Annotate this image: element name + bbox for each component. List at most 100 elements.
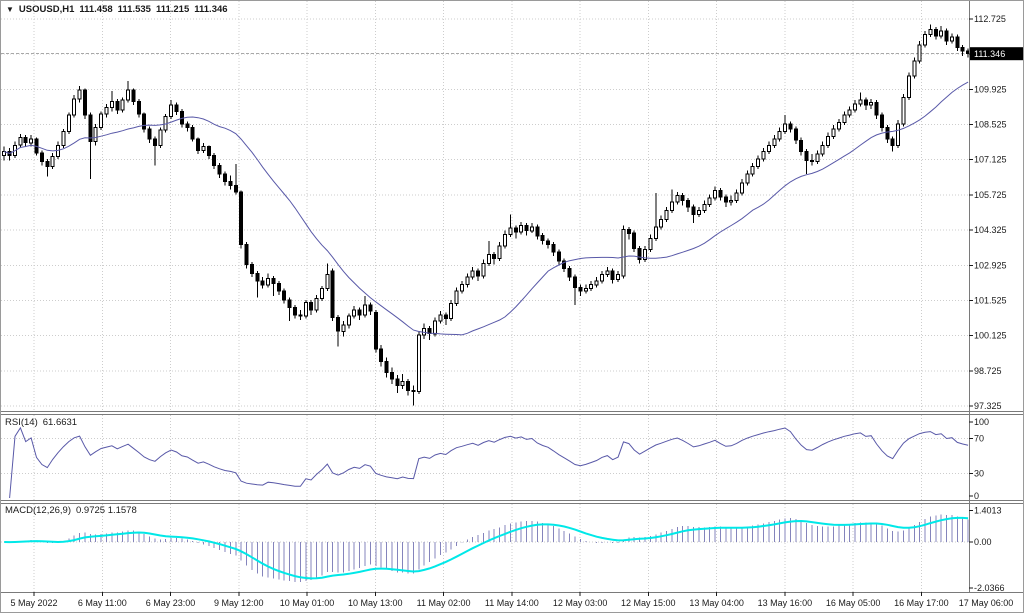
candle <box>724 197 727 202</box>
candle <box>746 174 749 183</box>
candle <box>240 192 243 245</box>
candle <box>84 90 87 115</box>
candle <box>261 281 264 285</box>
candle <box>654 227 657 238</box>
candle <box>929 30 932 35</box>
candle <box>256 273 259 281</box>
candle <box>811 160 814 161</box>
candle <box>369 305 372 311</box>
candle <box>843 115 846 123</box>
time-axis-label: 13 May 16:00 <box>758 598 813 608</box>
candle <box>277 284 280 292</box>
macd-values: 0.9725 1.1578 <box>76 505 137 516</box>
candle <box>773 139 776 145</box>
candle <box>434 321 437 334</box>
candle <box>30 139 33 143</box>
candle <box>514 228 517 232</box>
candle <box>897 124 900 145</box>
candle <box>148 129 151 139</box>
candle <box>703 204 706 210</box>
candle <box>913 61 916 76</box>
time-axis-label: 11 May 14:00 <box>485 598 539 608</box>
candle <box>105 108 108 114</box>
candle <box>676 196 679 202</box>
candle <box>170 105 173 116</box>
candle <box>622 230 625 277</box>
rsi-axis-label: 30 <box>974 469 984 479</box>
candle <box>487 255 490 264</box>
time-axis-label: 10 May 01:00 <box>280 598 335 608</box>
candle <box>132 90 135 101</box>
candle <box>390 373 393 379</box>
time-axis-label: 16 May 17:00 <box>894 598 949 608</box>
candle <box>751 167 754 175</box>
candle <box>617 275 620 280</box>
candle <box>396 379 399 385</box>
candle <box>665 211 668 220</box>
candle <box>310 302 313 310</box>
candle <box>498 246 501 259</box>
chart-window: 112.725111.325109.925108.525107.125105.7… <box>0 0 1024 613</box>
symbol-dropdown-icon[interactable]: ▼ <box>6 5 14 14</box>
candle <box>127 90 130 100</box>
candle <box>730 201 733 202</box>
candle <box>250 265 253 274</box>
candle <box>40 153 43 162</box>
candle <box>670 202 673 211</box>
candle <box>143 114 146 129</box>
candle <box>245 245 248 265</box>
candle <box>450 304 453 319</box>
candle <box>757 159 760 167</box>
time-axis-label: 12 May 15:00 <box>621 598 676 608</box>
rsi-line <box>10 428 969 498</box>
candle <box>224 174 227 182</box>
rsi-axis[interactable]: 10070300 <box>969 417 989 501</box>
candle <box>886 128 889 139</box>
candle <box>687 201 690 207</box>
candle <box>945 31 948 41</box>
macd-indicator-label: MACD(12,26,9) 0.9725 1.1578 <box>5 505 137 516</box>
candle <box>229 182 232 186</box>
macd-signal-line <box>4 518 968 579</box>
candle <box>288 300 291 308</box>
candle <box>46 162 49 167</box>
candle <box>347 316 350 325</box>
macd-name: MACD(12,26,9) <box>5 505 71 516</box>
price-axis-label: 100.125 <box>974 331 1007 341</box>
candle <box>455 291 458 304</box>
candle <box>557 252 560 261</box>
candle <box>304 302 307 316</box>
candle <box>504 235 507 246</box>
candle <box>681 196 684 201</box>
candle <box>875 103 878 116</box>
candle <box>552 245 555 253</box>
candle <box>767 145 770 151</box>
chart-canvas[interactable]: 112.725111.325109.925108.525107.125105.7… <box>1 1 1024 613</box>
candle <box>800 140 803 151</box>
candle <box>794 129 797 140</box>
candle <box>207 147 210 156</box>
candle <box>902 98 905 124</box>
symbol-info-bar: ▼ USOUSD,H1 111.458 111.535 111.215 111.… <box>6 4 228 15</box>
candle <box>326 275 329 289</box>
macd-axis[interactable]: 1.40130.00-2.0366 <box>969 506 1005 593</box>
macd-axis-label: 0.00 <box>974 537 992 547</box>
price-axis-label: 109.925 <box>974 84 1007 94</box>
candle <box>272 279 275 284</box>
candle <box>762 152 765 160</box>
macd-axis-label: -2.0366 <box>974 583 1005 593</box>
candle <box>956 37 959 47</box>
time-axis[interactable]: 5 May 20226 May 11:006 May 23:009 May 12… <box>10 592 1013 608</box>
candle <box>477 271 480 276</box>
candle <box>175 105 178 111</box>
candle <box>294 307 297 315</box>
price-axis-label: 112.725 <box>974 14 1006 24</box>
price-axis[interactable]: 112.725111.325109.925108.525107.125105.7… <box>969 14 1007 411</box>
candle <box>401 382 404 386</box>
candle <box>159 130 162 145</box>
candle <box>848 110 851 115</box>
candle <box>611 271 614 280</box>
time-axis-label: 6 May 11:00 <box>78 598 127 608</box>
candle <box>778 132 781 140</box>
candle <box>881 115 884 128</box>
